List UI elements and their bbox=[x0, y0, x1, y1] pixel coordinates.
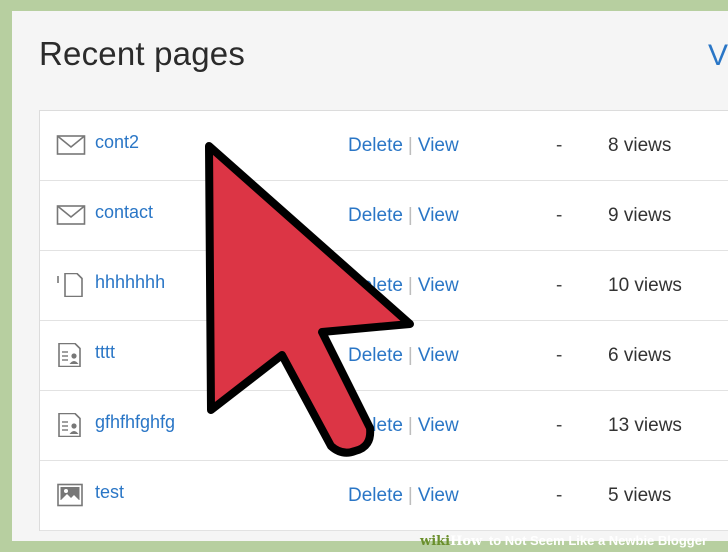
view-count: 5 views bbox=[608, 485, 672, 506]
delete-link[interactable]: Delete bbox=[348, 485, 403, 506]
page-title: Recent pages bbox=[39, 35, 246, 72]
row-dash: - bbox=[556, 415, 563, 436]
view-link[interactable]: View bbox=[418, 485, 459, 506]
action-separator: | bbox=[407, 205, 413, 226]
view-link[interactable]: View bbox=[418, 345, 459, 366]
footer-caption: wikiHow to Not Seem Like a Newbie Blogge… bbox=[420, 531, 707, 551]
table-row: tttt Delete | View - 6 views bbox=[40, 321, 728, 391]
recent-pages-table: cont2 Delete | View - 8 views contact Dele… bbox=[39, 110, 728, 531]
action-separator: | bbox=[407, 485, 413, 506]
app-window: Recent pages V cont2 Delete | View - 8 vie… bbox=[12, 11, 728, 541]
row-actions: Delete | View bbox=[348, 415, 459, 437]
view-count: 6 views bbox=[608, 345, 672, 366]
action-separator: | bbox=[407, 345, 413, 366]
action-separator: | bbox=[407, 135, 413, 156]
row-dash: - bbox=[556, 485, 563, 506]
delete-link[interactable]: Delete bbox=[348, 275, 403, 296]
row-actions: Delete | View bbox=[348, 205, 459, 227]
page-name-link[interactable]: test bbox=[95, 482, 124, 503]
document-icon bbox=[57, 273, 83, 297]
envelope-icon bbox=[56, 205, 86, 225]
view-count: 13 views bbox=[608, 415, 682, 436]
table-row: cont2 Delete | View - 8 views bbox=[40, 111, 728, 181]
table-row: gfhfhfghfg Delete | View - 13 views bbox=[40, 391, 728, 461]
profile-page-icon bbox=[58, 413, 81, 437]
view-count: 8 views bbox=[608, 135, 672, 156]
delete-link[interactable]: Delete bbox=[348, 345, 403, 366]
page-name-link[interactable]: gfhfhfghfg bbox=[95, 412, 175, 433]
wikihow-logo: wikiHow bbox=[420, 534, 483, 549]
row-actions: Delete | View bbox=[348, 485, 459, 507]
row-actions: Delete | View bbox=[348, 275, 459, 297]
row-actions: Delete | View bbox=[348, 135, 459, 157]
page-name-link[interactable]: tttt bbox=[95, 342, 115, 363]
cut-off-link[interactable]: V bbox=[708, 39, 728, 73]
view-count: 9 views bbox=[608, 205, 672, 226]
view-link[interactable]: View bbox=[418, 275, 459, 296]
action-separator: | bbox=[407, 415, 413, 436]
table-row: hhhhhhh Delete | View - 10 views bbox=[40, 251, 728, 321]
profile-page-icon bbox=[58, 343, 81, 367]
image-icon bbox=[57, 483, 83, 507]
envelope-icon bbox=[56, 135, 86, 155]
row-dash: - bbox=[556, 345, 563, 366]
view-link[interactable]: View bbox=[418, 205, 459, 226]
table-row: contact Delete | View - 9 views bbox=[40, 181, 728, 251]
view-link[interactable]: View bbox=[418, 135, 459, 156]
page-name-link[interactable]: hhhhhhh bbox=[95, 272, 165, 293]
row-dash: - bbox=[556, 135, 563, 156]
page-name-link[interactable]: cont2 bbox=[95, 132, 139, 153]
row-dash: - bbox=[556, 205, 563, 226]
action-separator: | bbox=[407, 275, 413, 296]
view-link[interactable]: View bbox=[418, 415, 459, 436]
delete-link[interactable]: Delete bbox=[348, 415, 403, 436]
article-title: to Not Seem Like a Newbie Blogger bbox=[488, 533, 708, 548]
delete-link[interactable]: Delete bbox=[348, 135, 403, 156]
delete-link[interactable]: Delete bbox=[348, 205, 403, 226]
row-actions: Delete | View bbox=[348, 345, 459, 367]
view-count: 10 views bbox=[608, 275, 682, 296]
row-dash: - bbox=[556, 275, 563, 296]
page-name-link[interactable]: contact bbox=[95, 202, 153, 223]
table-row: test Delete | View - 5 views bbox=[40, 461, 728, 531]
